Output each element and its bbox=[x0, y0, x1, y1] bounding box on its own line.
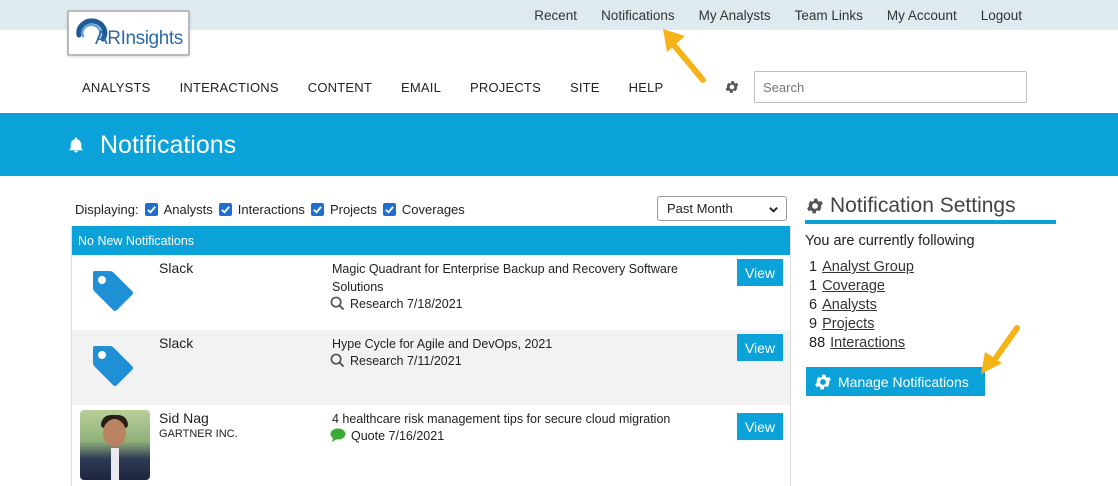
check-icon bbox=[313, 206, 322, 214]
following-link-coverage[interactable]: Coverage bbox=[822, 278, 885, 294]
analyst-photo[interactable] bbox=[80, 410, 150, 480]
main-nav-content[interactable]: CONTENT bbox=[308, 80, 372, 95]
following-item: 6 Analysts bbox=[809, 296, 914, 315]
notification-meta: Research 7/18/2021 bbox=[330, 296, 463, 311]
notification-source[interactable]: Slack bbox=[159, 335, 193, 351]
main-nav-site[interactable]: SITE bbox=[570, 80, 600, 95]
display-filters-label: Displaying: bbox=[75, 202, 139, 217]
analysts-checkbox-label[interactable]: Analysts bbox=[164, 202, 213, 217]
manage-notifications-label: Manage Notifications bbox=[838, 373, 969, 390]
following-list: 1 Analyst Group 1 Coverage 6 Analysts 9 Proj… bbox=[809, 258, 914, 353]
notification-date: 7/16/2021 bbox=[388, 428, 445, 443]
notification-source[interactable]: Slack bbox=[159, 260, 193, 276]
interactions-checkbox-label[interactable]: Interactions bbox=[238, 202, 305, 217]
settings-divider bbox=[805, 220, 1056, 224]
notification-row: Sid Nag GARTNER INC. 4 healthcare risk m… bbox=[72, 405, 790, 486]
top-nav-notifications[interactable]: Notifications bbox=[601, 8, 675, 23]
main-nav-interactions[interactable]: INTERACTIONS bbox=[180, 80, 279, 95]
gear-icon bbox=[807, 198, 823, 214]
notification-settings-title: Notification Settings bbox=[830, 194, 1016, 217]
following-count: 1 bbox=[809, 259, 818, 275]
notification-feed: No New Notifications Slack Magic Quadran… bbox=[71, 226, 791, 486]
notification-type: Quote bbox=[351, 428, 386, 443]
main-nav-email[interactable]: EMAIL bbox=[401, 80, 441, 95]
coverages-checkbox-label[interactable]: Coverages bbox=[402, 202, 465, 217]
interactions-checkbox[interactable] bbox=[218, 203, 232, 216]
top-nav-team-links[interactable]: Team Links bbox=[795, 8, 863, 23]
search-icon bbox=[330, 353, 345, 368]
following-link-analyst-group[interactable]: Analyst Group bbox=[822, 259, 914, 275]
feed-header: No New Notifications bbox=[72, 226, 790, 255]
display-filters: Displaying: Analysts Interactions Projec… bbox=[75, 202, 465, 217]
notification-settings-heading: Notification Settings bbox=[805, 194, 1016, 218]
page-title: Notifications bbox=[100, 131, 237, 159]
top-nav-recent[interactable]: Recent bbox=[534, 8, 577, 23]
following-count: 6 bbox=[809, 297, 818, 313]
view-button[interactable]: View bbox=[737, 259, 783, 286]
chevron-down-icon bbox=[769, 207, 778, 213]
notification-type: Research bbox=[350, 353, 404, 368]
gear-icon[interactable] bbox=[724, 79, 740, 95]
tag-icon bbox=[93, 271, 133, 311]
following-item: 1 Analyst Group bbox=[809, 258, 914, 277]
bell-icon bbox=[69, 137, 83, 153]
following-link-analysts[interactable]: Analysts bbox=[822, 297, 877, 313]
notification-title[interactable]: Magic Quadrant for Enterprise Backup and… bbox=[332, 260, 702, 296]
notification-meta: Research 7/11/2021 bbox=[330, 353, 462, 368]
top-nav-my-account[interactable]: My Account bbox=[887, 8, 957, 23]
period-select[interactable]: Past Month bbox=[657, 196, 787, 221]
view-button[interactable]: View bbox=[737, 334, 783, 361]
arinsights-logo[interactable]: ARInsights bbox=[67, 10, 190, 56]
top-nav: Recent Notifications My Analysts Team Li… bbox=[510, 0, 1022, 30]
search-input[interactable] bbox=[754, 71, 1027, 103]
projects-checkbox-label[interactable]: Projects bbox=[330, 202, 377, 217]
coverages-checkbox[interactable] bbox=[382, 203, 396, 216]
following-link-interactions[interactable]: Interactions bbox=[830, 335, 905, 351]
notification-title[interactable]: 4 healthcare risk management tips for se… bbox=[332, 410, 702, 428]
following-count: 1 bbox=[809, 278, 818, 294]
following-item: 88 Interactions bbox=[809, 334, 914, 353]
period-select-value: Past Month bbox=[667, 201, 733, 216]
top-nav-logout[interactable]: Logout bbox=[981, 8, 1022, 23]
following-label: You are currently following bbox=[805, 233, 975, 249]
check-icon bbox=[385, 206, 394, 214]
following-item: 9 Projects bbox=[809, 315, 914, 334]
notification-org: GARTNER INC. bbox=[159, 428, 238, 440]
manage-notifications-button[interactable]: Manage Notifications bbox=[806, 367, 985, 396]
view-button[interactable]: View bbox=[737, 413, 783, 440]
projects-checkbox[interactable] bbox=[310, 203, 324, 216]
following-link-projects[interactable]: Projects bbox=[822, 316, 874, 332]
notification-source[interactable]: Sid Nag bbox=[159, 410, 209, 426]
following-count: 88 bbox=[809, 335, 826, 351]
check-icon bbox=[146, 206, 156, 214]
notification-row: Slack Magic Quadrant for Enterprise Back… bbox=[72, 255, 790, 330]
gear-icon bbox=[815, 374, 831, 389]
notification-date: 7/18/2021 bbox=[406, 296, 463, 311]
notification-title[interactable]: Hype Cycle for Agile and DevOps, 2021 bbox=[332, 335, 702, 353]
main-nav-projects[interactable]: PROJECTS bbox=[470, 80, 541, 95]
main-nav: ANALYSTS INTERACTIONS CONTENT EMAIL PROJ… bbox=[82, 80, 692, 95]
following-item: 1 Coverage bbox=[809, 277, 914, 296]
analysts-checkbox[interactable] bbox=[144, 203, 158, 216]
speech-bubble-icon bbox=[330, 428, 346, 442]
tag-icon bbox=[93, 346, 133, 386]
notification-type: Research bbox=[350, 296, 404, 311]
check-icon bbox=[220, 206, 230, 214]
callout-arrow-icon bbox=[981, 325, 1020, 374]
notification-row: Slack Hype Cycle for Agile and DevOps, 2… bbox=[72, 330, 790, 405]
following-count: 9 bbox=[809, 316, 818, 332]
main-nav-analysts[interactable]: ANALYSTS bbox=[82, 80, 151, 95]
search-icon bbox=[330, 296, 345, 311]
notification-meta: Quote 7/16/2021 bbox=[330, 428, 444, 443]
callout-arrow-icon bbox=[663, 29, 706, 83]
logo-text: ARInsights bbox=[95, 28, 183, 49]
photo-shirt bbox=[111, 448, 119, 480]
photo-face bbox=[103, 419, 126, 447]
top-nav-my-analysts[interactable]: My Analysts bbox=[699, 8, 771, 23]
notification-date: 7/11/2021 bbox=[406, 353, 462, 368]
